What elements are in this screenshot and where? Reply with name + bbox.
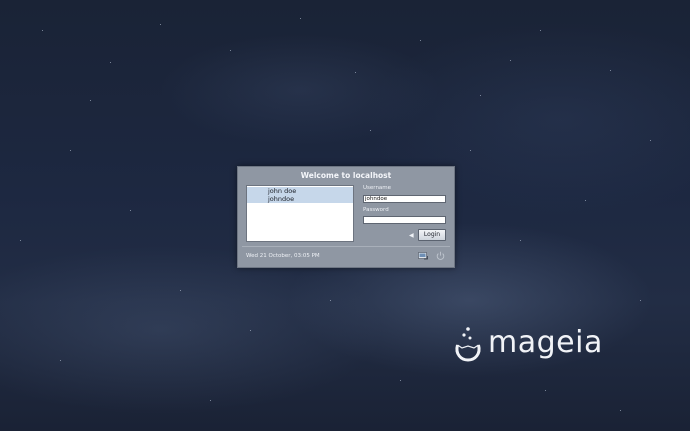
user-name: john doe xyxy=(268,187,297,195)
login-dialog: Welcome to localhost john doe johndoe Us… xyxy=(237,166,455,268)
mageia-logo-icon xyxy=(455,327,481,362)
user-list[interactable]: john doe johndoe xyxy=(246,185,354,242)
user-item-john-doe[interactable]: john doe xyxy=(247,187,353,195)
password-label: Password xyxy=(363,207,389,213)
user-login: johndoe xyxy=(268,195,295,203)
dialog-title: Welcome to localhost xyxy=(300,171,392,180)
username-input[interactable]: johndoe xyxy=(363,195,446,203)
brand-name: mageia xyxy=(488,325,603,360)
password-input[interactable] xyxy=(363,216,446,224)
clock-text: Wed 21 October, 03:05 PM xyxy=(246,253,320,259)
login-button[interactable]: Login xyxy=(418,229,446,241)
username-label: Username xyxy=(363,185,392,191)
power-icon[interactable] xyxy=(436,251,445,260)
mageia-branding: mageia xyxy=(452,325,603,362)
divider xyxy=(242,246,450,247)
arrow-right-icon: ◀ xyxy=(409,232,414,239)
user-item-johndoe[interactable]: johndoe xyxy=(247,195,353,203)
session-menu-icon[interactable] xyxy=(418,251,428,260)
